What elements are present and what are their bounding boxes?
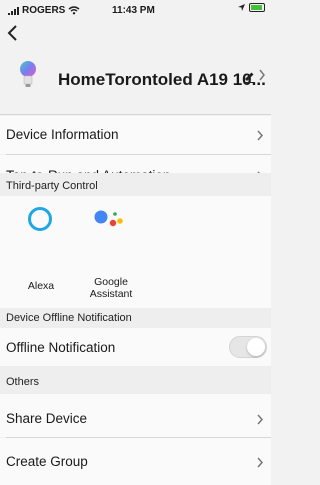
- chevron-right-icon: [257, 130, 264, 141]
- device-name: HomeTorontoled A19 10...: [58, 70, 266, 89]
- carrier-info: ROGERS: [8, 5, 80, 16]
- share-device-label: Share Device: [6, 411, 88, 426]
- clock: 11:43 PM: [112, 5, 155, 16]
- device-information-row[interactable]: Device Information: [0, 116, 271, 154]
- bulb-icon: [20, 61, 36, 87]
- device-information-label: Device Information: [6, 127, 119, 142]
- chevron-right-icon: [257, 457, 264, 468]
- section-title: Device Offline Notification: [6, 312, 132, 324]
- alexa-icon: [28, 207, 52, 231]
- chevron-right-icon: [257, 414, 264, 425]
- third-party-section-header: Third-party Control: [0, 173, 271, 196]
- create-group-label: Create Group: [6, 454, 88, 469]
- create-group-row[interactable]: Create Group: [0, 438, 271, 485]
- wifi-icon: [68, 6, 80, 15]
- section-title: Others: [6, 376, 40, 388]
- others-section-header: Others: [0, 366, 271, 394]
- signal-icon: [8, 6, 19, 15]
- offline-notification-label: Offline Notification: [6, 340, 116, 355]
- offline-notification-row: Offline Notification: [0, 328, 271, 366]
- third-party-panel: Alexa Google Assistant: [0, 196, 271, 308]
- chevron-left-icon: [7, 25, 17, 41]
- alexa-tile[interactable]: Alexa: [18, 196, 64, 292]
- offline-notification-toggle[interactable]: [229, 336, 267, 358]
- location-arrow-icon: [238, 4, 245, 11]
- google-assistant-label: Google Assistant: [89, 276, 133, 300]
- alexa-label: Alexa: [27, 280, 55, 292]
- section-title: Third-party Control: [6, 180, 98, 192]
- divider: [0, 114, 271, 115]
- google-assistant-tile[interactable]: Google Assistant: [80, 196, 142, 300]
- offline-section-header: Device Offline Notification: [0, 308, 271, 328]
- google-assistant-icon: [94, 210, 123, 227]
- back-button[interactable]: [6, 20, 28, 46]
- battery-icon: [249, 3, 265, 12]
- share-device-row[interactable]: Share Device: [0, 394, 271, 437]
- device-header[interactable]: HomeTorontoled A19 10...: [0, 52, 271, 114]
- chevron-right-icon: [259, 69, 265, 81]
- toggle-knob: [247, 338, 265, 356]
- carrier-name: ROGERS: [22, 5, 66, 16]
- status-bar: ROGERS 11:43 PM: [0, 0, 271, 20]
- status-right: [237, 3, 265, 12]
- edit-pencil-icon[interactable]: [243, 70, 256, 83]
